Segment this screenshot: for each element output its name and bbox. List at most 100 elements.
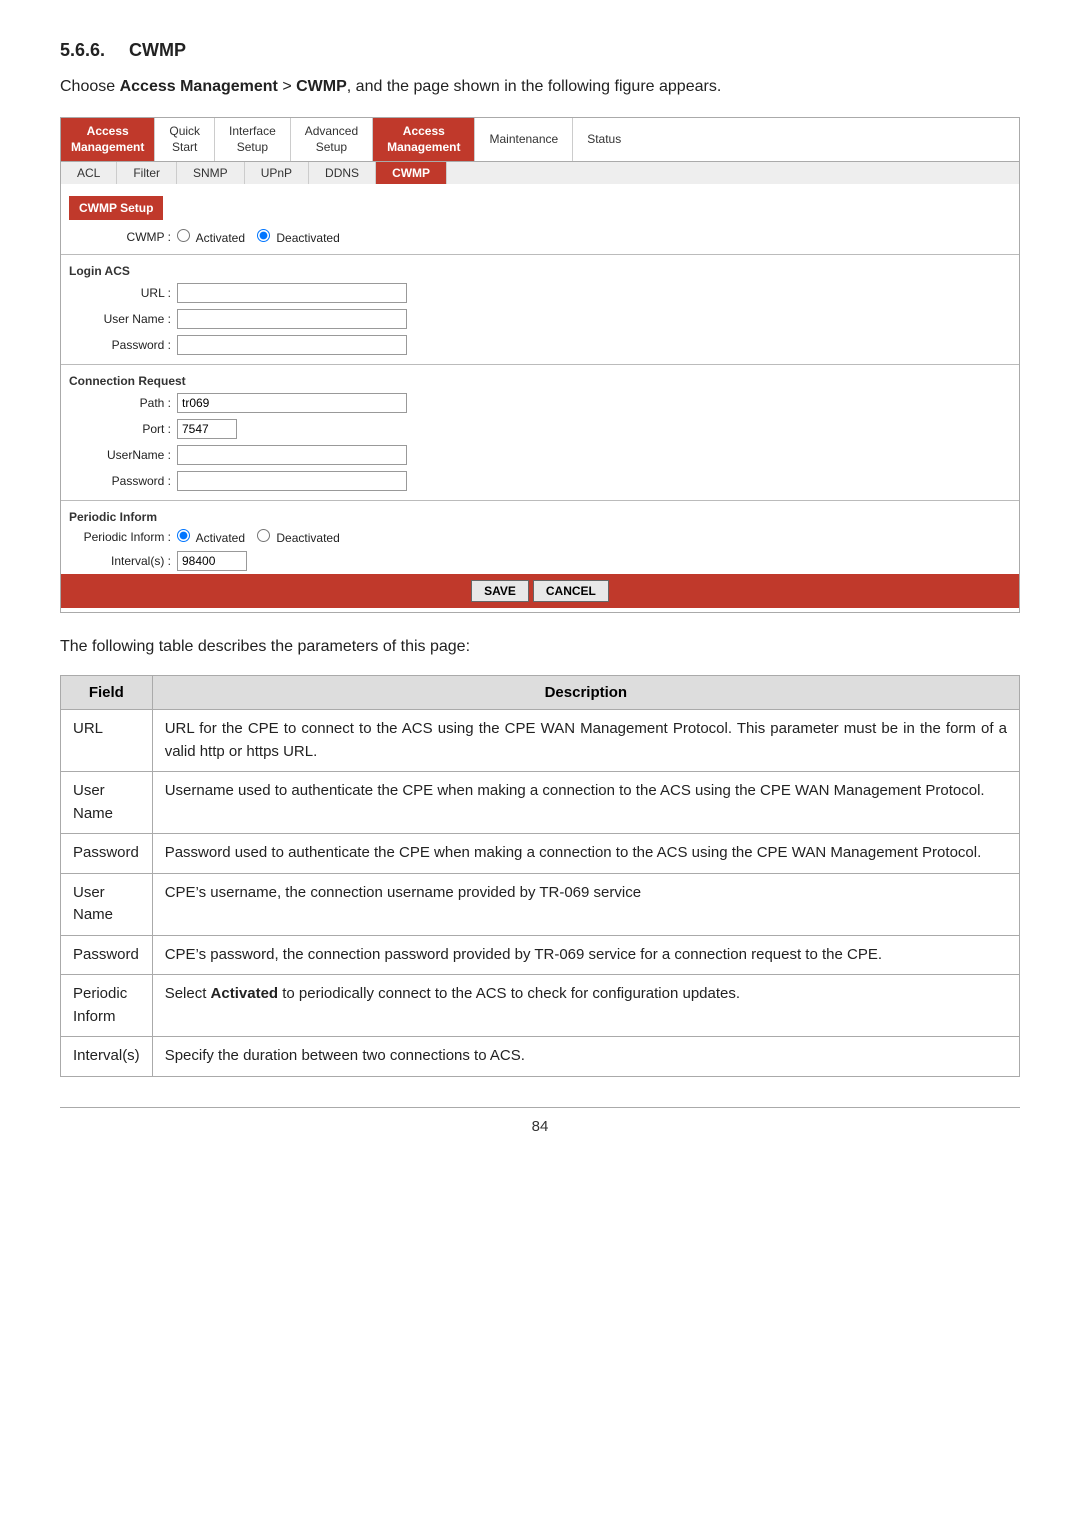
- section-title: CWMP: [129, 40, 186, 61]
- field-username-2: UserName: [61, 873, 153, 935]
- desc-username-1: Username used to authenticate the CPE wh…: [152, 772, 1019, 834]
- port-input[interactable]: [177, 419, 237, 439]
- periodic-inform-field-label: Periodic Inform :: [71, 530, 171, 544]
- col-header-description: Description: [152, 676, 1019, 710]
- periodic-deactivated-radio[interactable]: [257, 529, 270, 542]
- cwmp-setup-header: CWMP Setup: [69, 196, 163, 220]
- nav-item-access-management[interactable]: AccessManagement: [372, 118, 474, 161]
- path-row: Path :: [61, 390, 1019, 416]
- password-input[interactable]: [177, 335, 407, 355]
- navigation-panel: AccessManagement QuickStart InterfaceSet…: [60, 117, 1020, 613]
- url-row: URL :: [61, 280, 1019, 306]
- intro-mid: >: [278, 78, 296, 95]
- connection-request-label: Connection Request: [61, 371, 1019, 390]
- cwmp-form: CWMP Setup CWMP : Activated Deactivated …: [61, 184, 1019, 612]
- description-table: Field Description URL URL for the CPE to…: [60, 675, 1020, 1077]
- desc-username-2: CPE’s username, the connection username …: [152, 873, 1019, 935]
- section-heading: 5.6.6. CWMP: [60, 40, 1020, 61]
- col-header-field: Field: [61, 676, 153, 710]
- desc-url: URL for the CPE to connect to the ACS us…: [152, 710, 1019, 772]
- sub-nav-snmp[interactable]: SNMP: [177, 162, 245, 184]
- login-acs-label: Login ACS: [61, 261, 1019, 280]
- nav-item-advanced-setup[interactable]: AdvancedSetup: [290, 118, 372, 161]
- field-username-1: UserName: [61, 772, 153, 834]
- cwmp-activated-option: Activated: [177, 229, 245, 245]
- page-number-value: 84: [532, 1118, 549, 1135]
- nav-items: QuickStart InterfaceSetup AdvancedSetup …: [154, 118, 1019, 161]
- button-row: SAVE CANCEL: [61, 574, 1019, 608]
- field-interval: Interval(s): [61, 1037, 153, 1077]
- url-label: URL :: [71, 286, 171, 300]
- nav-item-quick-start[interactable]: QuickStart: [154, 118, 214, 161]
- conn-username-row: UserName :: [61, 442, 1019, 468]
- intro-text-1: Choose: [60, 78, 120, 95]
- periodic-activated-radio[interactable]: [177, 529, 190, 542]
- sub-nav-upnp[interactable]: UPnP: [245, 162, 309, 184]
- page-number: 84: [60, 1107, 1020, 1135]
- desc-password-1: Password used to authenticate the CPE wh…: [152, 834, 1019, 874]
- cwmp-activated-radio[interactable]: [177, 229, 190, 242]
- table-row: Password CPE’s password, the connection …: [61, 935, 1020, 975]
- table-intro: The following table describes the parame…: [60, 635, 1020, 659]
- table-row: URL URL for the CPE to connect to the AC…: [61, 710, 1020, 772]
- intro-bold-1: Access Management: [120, 78, 278, 95]
- periodic-radio-group: Activated Deactivated: [177, 529, 340, 545]
- table-row: Password Password used to authenticate t…: [61, 834, 1020, 874]
- sub-nav-acl[interactable]: ACL: [61, 162, 117, 184]
- conn-username-label: UserName :: [71, 448, 171, 462]
- conn-password-input[interactable]: [177, 471, 407, 491]
- cancel-button[interactable]: CANCEL: [533, 580, 609, 602]
- conn-username-input[interactable]: [177, 445, 407, 465]
- desc-password-2: CPE’s password, the connection password …: [152, 935, 1019, 975]
- sub-nav-filter[interactable]: Filter: [117, 162, 177, 184]
- password-label: Password :: [71, 338, 171, 352]
- field-password-2: Password: [61, 935, 153, 975]
- field-periodic-inform: PeriodicInform: [61, 975, 153, 1037]
- periodic-inform-label: Periodic Inform: [61, 507, 1019, 526]
- nav-top-row: AccessManagement QuickStart InterfaceSet…: [61, 118, 1019, 161]
- username-input[interactable]: [177, 309, 407, 329]
- sub-nav-ddns[interactable]: DDNS: [309, 162, 376, 184]
- username-label: User Name :: [71, 312, 171, 326]
- cwmp-deactivated-option: Deactivated: [257, 229, 340, 245]
- nav-item-interface-setup[interactable]: InterfaceSetup: [214, 118, 290, 161]
- activated-bold: Activated: [211, 985, 279, 1002]
- table-row: UserName CPE’s username, the connection …: [61, 873, 1020, 935]
- password-row: Password :: [61, 332, 1019, 358]
- interval-input[interactable]: [177, 551, 247, 571]
- table-row: Interval(s) Specify the duration between…: [61, 1037, 1020, 1077]
- nav-item-maintenance[interactable]: Maintenance: [474, 118, 572, 161]
- save-button[interactable]: SAVE: [471, 580, 529, 602]
- sub-nav: ACL Filter SNMP UPnP DDNS CWMP: [61, 161, 1019, 184]
- nav-item-status[interactable]: Status: [572, 118, 635, 161]
- nav-access-management[interactable]: AccessManagement: [61, 118, 154, 161]
- table-row: UserName Username used to authenticate t…: [61, 772, 1020, 834]
- sub-nav-cwmp[interactable]: CWMP: [376, 162, 447, 184]
- port-row: Port :: [61, 416, 1019, 442]
- intro-bold-2: CWMP: [296, 78, 347, 95]
- cwmp-radio-row: CWMP : Activated Deactivated: [61, 226, 1019, 248]
- periodic-deactivated-option: Deactivated: [257, 529, 340, 545]
- desc-periodic-inform: Select Activated to periodically connect…: [152, 975, 1019, 1037]
- field-url: URL: [61, 710, 153, 772]
- path-input[interactable]: [177, 393, 407, 413]
- table-row: PeriodicInform Select Activated to perio…: [61, 975, 1020, 1037]
- periodic-radio-row: Periodic Inform : Activated Deactivated: [61, 526, 1019, 548]
- intro-end: , and the page shown in the following fi…: [347, 78, 721, 95]
- port-label: Port :: [71, 422, 171, 436]
- conn-password-row: Password :: [61, 468, 1019, 494]
- field-password-1: Password: [61, 834, 153, 874]
- username-row: User Name :: [61, 306, 1019, 332]
- periodic-activated-option: Activated: [177, 529, 245, 545]
- interval-label: Interval(s) :: [71, 554, 171, 568]
- cwmp-radio-group: Activated Deactivated: [177, 229, 340, 245]
- interval-row: Interval(s) :: [61, 548, 1019, 574]
- intro-paragraph: Choose Access Management > CWMP, and the…: [60, 75, 1020, 99]
- cwmp-label: CWMP :: [71, 230, 171, 244]
- desc-interval: Specify the duration between two connect…: [152, 1037, 1019, 1077]
- cwmp-deactivated-radio[interactable]: [257, 229, 270, 242]
- section-number: 5.6.6.: [60, 40, 105, 61]
- path-label: Path :: [71, 396, 171, 410]
- conn-password-label: Password :: [71, 474, 171, 488]
- url-input[interactable]: [177, 283, 407, 303]
